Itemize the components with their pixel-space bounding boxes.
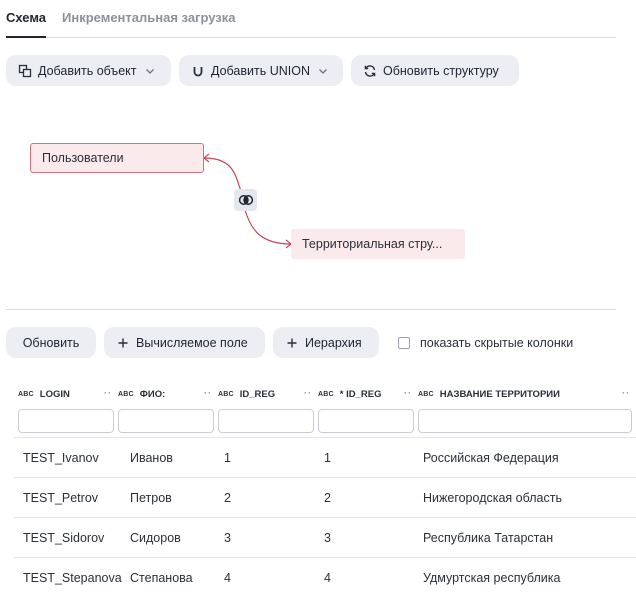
- schema-canvas[interactable]: Пользователи Территориальная стру...: [6, 100, 616, 310]
- table-cell: TEST_Sidorov: [23, 531, 105, 545]
- table-cell: Удмуртская республика: [423, 571, 561, 585]
- column-header-label: ID_REG: [239, 388, 276, 400]
- column-menu-icon[interactable]: ··: [104, 388, 112, 398]
- column-header-territory-name[interactable]: ABC НАЗВАНИЕ ТЕРРИТОРИИ ··: [418, 382, 632, 406]
- table-cell: TEST_Ivanov: [23, 451, 99, 465]
- table-row[interactable]: TEST_Sidorov Сидоров 3 3 Республика Тата…: [14, 517, 636, 557]
- show-hidden-checkbox[interactable]: [398, 337, 410, 349]
- string-type-tag: ABC: [118, 390, 134, 398]
- table-cell: Нижегородская область: [423, 491, 562, 505]
- filter-input-id-reg[interactable]: [218, 409, 314, 433]
- tab-schema[interactable]: Схема: [6, 10, 47, 38]
- hierarchy-label: Иерархия: [305, 335, 362, 350]
- table-cell: Республика Татарстан: [423, 531, 554, 545]
- table-cell: Иванов: [130, 451, 173, 465]
- column-menu-icon[interactable]: ··: [404, 388, 412, 398]
- schema-node-territorial-structure[interactable]: Территориальная стру...: [291, 229, 465, 259]
- table-cell: TEST_Petrov: [23, 491, 99, 505]
- table-cell: 2: [324, 491, 331, 505]
- refresh-structure-button[interactable]: Обновить структуру: [351, 55, 519, 86]
- union-icon: [191, 64, 205, 78]
- refresh-icon: [363, 64, 377, 78]
- string-type-tag: ABC: [18, 390, 34, 398]
- computed-field-button[interactable]: Вычисляемое поле: [104, 327, 265, 358]
- column-header-id-reg[interactable]: ABC ID_REG ··: [218, 382, 314, 406]
- add-object-button[interactable]: Добавить объект: [6, 55, 171, 86]
- table-row[interactable]: TEST_Ivanov Иванов 1 1 Российская Федера…: [14, 437, 636, 477]
- add-union-label: Добавить UNION: [211, 63, 310, 78]
- table-cell: 3: [224, 531, 231, 545]
- schema-node-label: Пользователи: [42, 151, 124, 165]
- table-cell: Российская Федерация: [423, 451, 559, 465]
- schema-node-label: Территориальная стру...: [302, 237, 443, 251]
- computed-field-label: Вычисляемое поле: [136, 335, 248, 350]
- filter-input-login[interactable]: [18, 409, 114, 433]
- column-menu-icon[interactable]: ··: [304, 388, 312, 398]
- filter-input-id-reg-2[interactable]: [318, 409, 414, 433]
- join-intersect-icon[interactable]: [234, 189, 257, 211]
- hierarchy-button[interactable]: Иерархия: [273, 327, 379, 358]
- column-header-login[interactable]: ABC LOGIN ··: [18, 382, 114, 406]
- add-object-label: Добавить объект: [38, 63, 137, 78]
- table-row[interactable]: TEST_Stepanova Степанова 4 4 Удмуртская …: [14, 557, 636, 597]
- column-menu-icon[interactable]: ··: [622, 388, 630, 398]
- table-row[interactable]: TEST_Petrov Петров 2 2 Нижегородская обл…: [14, 477, 636, 517]
- chevron-down-icon: [318, 66, 328, 76]
- tab-bar: Схема Инкрементальная загрузка: [6, 0, 616, 38]
- column-header-fio[interactable]: ABC ФИО: ··: [118, 382, 214, 406]
- string-type-tag: ABC: [418, 390, 434, 398]
- add-object-icon: [18, 64, 32, 78]
- column-menu-icon[interactable]: ··: [204, 388, 212, 398]
- column-header-label: LOGIN: [39, 388, 70, 400]
- join-link: [203, 153, 292, 249]
- table-cell: 4: [324, 571, 331, 585]
- string-type-tag: ABC: [218, 390, 234, 398]
- plus-icon: [116, 336, 130, 350]
- chevron-down-icon: [145, 66, 155, 76]
- filter-input-fio[interactable]: [118, 409, 214, 433]
- tab-incremental-load[interactable]: Инкрементальная загрузка: [62, 10, 236, 25]
- schema-node-users[interactable]: Пользователи: [30, 143, 204, 173]
- table-cell: TEST_Stepanova: [23, 571, 122, 585]
- filter-input-territory-name[interactable]: [418, 409, 632, 433]
- table-cell: 2: [224, 491, 231, 505]
- show-hidden-columns-toggle[interactable]: показать скрытые колонки: [398, 336, 573, 350]
- column-header-label: ФИО:: [139, 388, 166, 400]
- plus-icon: [285, 336, 299, 350]
- table-cell: Степанова: [130, 571, 193, 585]
- table-cell: Сидоров: [130, 531, 181, 545]
- column-header-label: * ID_REG: [339, 388, 382, 400]
- column-header-id-reg-2[interactable]: ABC * ID_REG ··: [318, 382, 414, 406]
- table-cell: 3: [324, 531, 331, 545]
- show-hidden-label: показать скрытые колонки: [420, 336, 574, 350]
- string-type-tag: ABC: [318, 390, 334, 398]
- refresh-button[interactable]: Обновить: [6, 327, 96, 358]
- table-cell: 4: [224, 571, 231, 585]
- refresh-structure-label: Обновить структуру: [383, 63, 499, 78]
- table-cell: 1: [324, 451, 331, 465]
- table-cell: 1: [224, 451, 231, 465]
- table-cell: Петров: [130, 491, 172, 505]
- refresh-label: Обновить: [22, 335, 80, 350]
- column-header-label: НАЗВАНИЕ ТЕРРИТОРИИ: [439, 388, 560, 400]
- add-union-button[interactable]: Добавить UNION: [179, 55, 343, 86]
